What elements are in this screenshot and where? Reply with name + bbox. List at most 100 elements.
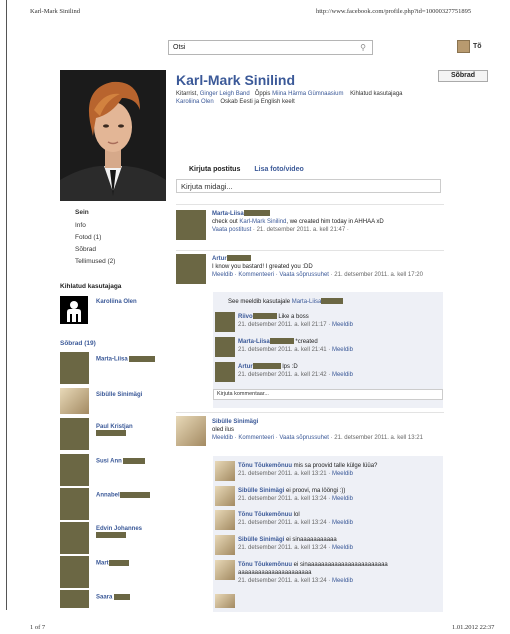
info-languages: Oskab Eesti ja English keelt (220, 99, 295, 105)
comment-avatar[interactable] (215, 594, 235, 608)
comment-author-link[interactable]: Sibülle Sinimägi (238, 537, 284, 543)
comment-like-link[interactable]: Meeldib (332, 520, 353, 526)
comment-author-link[interactable]: Marta-Liisa (238, 339, 270, 345)
print-footer-datetime: 1.01.2012 22:37 (452, 624, 495, 631)
comment-like-link[interactable]: Meeldib (332, 322, 353, 328)
comment-like-link[interactable]: Meeldib (332, 347, 353, 353)
post-author-avatar[interactable] (176, 416, 206, 446)
comment-like-link[interactable]: Meeldib (332, 578, 353, 584)
comment-avatar[interactable] (215, 486, 235, 506)
friend-avatar[interactable] (60, 522, 89, 554)
post-author-link[interactable]: Sibülle Sinimägi (212, 419, 258, 425)
friend-avatar[interactable] (60, 488, 89, 520)
friend-avatar[interactable] (60, 418, 89, 450)
friend-item-saara[interactable]: Saara (96, 594, 131, 601)
friend-item-susi-ann[interactable]: Susi Ann (96, 458, 146, 465)
post-author-link[interactable]: Artur (212, 256, 227, 262)
post-tag-link[interactable]: Karl-Mark Sinilind (239, 219, 286, 225)
comment-like-link[interactable]: Meeldib (332, 545, 353, 551)
search-icon[interactable]: ⚲ (360, 43, 366, 52)
friend-item-mart[interactable]: Mart (96, 560, 129, 567)
comment-like-link[interactable]: Meeldib (332, 496, 353, 502)
post-author-avatar[interactable] (176, 210, 206, 240)
sidebar-item-photos[interactable]: Fotod (1) (75, 234, 101, 241)
divider (176, 412, 444, 413)
comment-avatar[interactable] (215, 510, 235, 530)
composer-tabs: Kirjuta postitus Lisa foto/video (189, 166, 304, 173)
tab-write-post[interactable]: Kirjuta postitus (189, 166, 240, 173)
sidebar-item-wall[interactable]: Sein (75, 209, 89, 216)
comment-timestamp: 21. detsember 2011. a. kell 13:21 · (238, 471, 331, 477)
search-input[interactable]: Otsi ⚲ (168, 40, 373, 55)
comment-author-link[interactable]: Sibülle Sinimägi (238, 488, 284, 494)
post-author-avatar[interactable] (176, 254, 206, 284)
friend-item-sibulle[interactable]: Sibülle Sinimägi (96, 392, 142, 398)
print-footer-page: 1 of 7 (30, 624, 46, 631)
divider (176, 204, 444, 205)
post-text: , we created him today in AHHAA xD (286, 219, 384, 225)
comment-avatar[interactable] (215, 312, 235, 332)
comment-like-link[interactable]: Meeldib (332, 372, 353, 378)
post-actions[interactable]: Meeldib · Kommenteeri · Vaata sõprussuhe… (212, 435, 329, 441)
engaged-name-link[interactable]: Karoliina Olen (96, 299, 137, 305)
friends-button[interactable]: Sõbrad (438, 70, 488, 82)
friends-section-title[interactable]: Sõbrad (19) (60, 340, 96, 347)
comment-timestamp: 21. detsember 2011. a. kell 13:24 · (238, 496, 331, 502)
comment-author-link[interactable]: Riivo (238, 314, 253, 320)
comment: Marta-Liisa *created 21. detsember 2011.… (238, 338, 353, 354)
comment: Tõnu Tõukemõnuu mis sa proovid talle kül… (238, 462, 377, 478)
friend-avatar[interactable] (60, 556, 89, 588)
post-actions[interactable]: Meeldib · Kommenteeri · Vaata sõprussuhe… (212, 272, 329, 278)
friend-name: Susi Ann (96, 458, 122, 465)
redaction-block (108, 560, 129, 566)
redaction-block (119, 492, 150, 498)
status-composer-input[interactable]: Kirjuta midagi... (176, 179, 441, 193)
friend-item-marta-liisa[interactable]: Marta-Liisa (96, 356, 156, 363)
comment-input[interactable]: Kirjuta kommentaar... (213, 389, 443, 400)
likes-text: See meeldib kasutajale (228, 299, 291, 305)
view-post-link[interactable]: Vaata postitust (212, 227, 251, 233)
info-partner-link[interactable]: Karoliina Olen (176, 99, 214, 105)
profile-picture[interactable] (60, 70, 166, 201)
topbar-user-name: Tõ (473, 43, 482, 50)
engaged-avatar[interactable] (60, 296, 88, 324)
engaged-section-title: Kihlatud kasutajaga (60, 283, 122, 290)
sidebar-item-friends[interactable]: Sõbrad (75, 246, 96, 253)
tab-add-photo[interactable]: Lisa foto/video (254, 166, 303, 173)
redaction-block (114, 594, 131, 600)
post-text: check out (212, 219, 238, 225)
comment-avatar[interactable] (215, 560, 235, 580)
comment-avatar[interactable] (215, 535, 235, 555)
likes-line: See meeldib kasutajale Marta-Liisa (228, 298, 344, 306)
sidebar-item-info[interactable]: Info (75, 222, 86, 229)
sidebar-item-subscriptions[interactable]: Tellimused (2) (75, 258, 115, 265)
comment-avatar[interactable] (215, 461, 235, 481)
comment-author-link[interactable]: Tõnu Tõukemõnuu (238, 512, 292, 518)
comment-timestamp: 21. detsember 2011. a. kell 21:42 · (238, 372, 331, 378)
friend-avatar[interactable] (60, 454, 89, 486)
user-avatar (457, 40, 470, 53)
comment-text: ei proovi, ma lööngi :)) (286, 488, 346, 494)
comment-avatar[interactable] (215, 337, 235, 357)
info-band-link[interactable]: Ginger Leigh Band (200, 91, 250, 97)
comment: Sibülle Sinimägi ei proovi, ma lööngi :)… (238, 487, 353, 503)
topbar-user[interactable]: Tõ (457, 40, 482, 53)
comment-text: ei sinaaaaaaaaaaaaaaaaaaaaaaaa (293, 562, 388, 568)
liker-link[interactable]: Marta-Liisa (292, 299, 322, 305)
redaction-block (96, 430, 126, 436)
friend-item-annabel[interactable]: Annabel (96, 492, 150, 499)
info-school-link[interactable]: Miina Härma Gümnaasium (272, 91, 343, 97)
post-author-link[interactable]: Marta-Liisa (212, 211, 244, 217)
comment-author-link[interactable]: Tõnu Tõukemõnuu (238, 562, 292, 568)
friend-avatar[interactable] (60, 352, 89, 384)
comment-like-link[interactable]: Meeldib (332, 471, 353, 477)
friend-avatar[interactable] (60, 388, 89, 414)
friend-item-edvin-johannes[interactable]: Edvin Johannes (96, 526, 142, 539)
comment-text: mis sa proovid talle külge lüüa? (293, 463, 378, 469)
comment-author-link[interactable]: Tõnu Tõukemõnuu (238, 463, 292, 469)
friend-item-paul-kristjan[interactable]: Paul Kristjan (96, 424, 133, 437)
comment: Sibülle Sinimägi ei sinaaaaaaaaaaa 21. d… (238, 536, 353, 552)
comment-avatar[interactable] (215, 362, 235, 382)
friend-avatar[interactable] (60, 590, 89, 608)
comment-author-link[interactable]: Artur (238, 364, 253, 370)
